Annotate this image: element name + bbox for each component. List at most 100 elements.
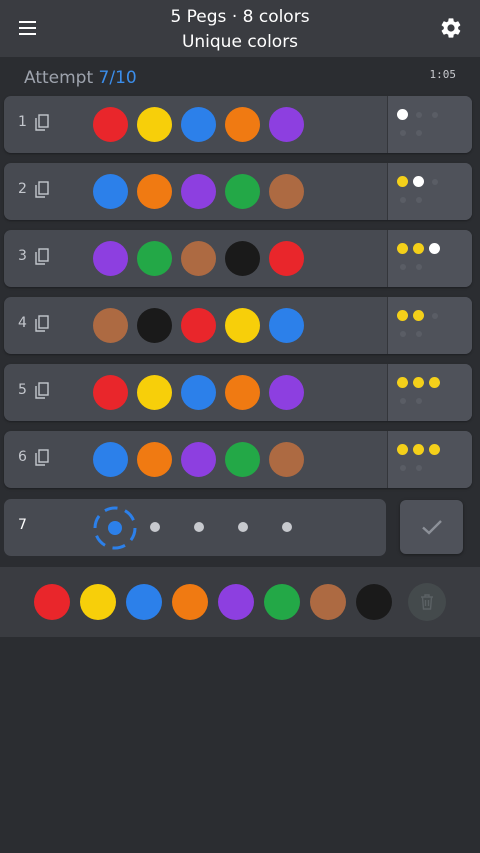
feedback-peg-empty: [431, 178, 438, 185]
feedback-peg-empty: [415, 464, 422, 471]
menu-button[interactable]: [12, 12, 44, 44]
feedback-peg-empty: [415, 111, 422, 118]
current-guess-row[interactable]: 7: [4, 499, 386, 556]
peg-black: [225, 241, 260, 276]
row-number: 3: [18, 248, 27, 264]
feedback-peg-empty: [431, 312, 438, 319]
guess-row: 2: [4, 163, 472, 220]
peg-orange: [137, 442, 172, 477]
palette-color-black[interactable]: [356, 584, 392, 620]
palette-color-yellow[interactable]: [80, 584, 116, 620]
row-number: 4: [18, 315, 27, 331]
feedback-panel: [387, 297, 472, 354]
feedback-peg-empty: [399, 397, 406, 404]
peg-brown: [269, 174, 304, 209]
peg-red: [93, 375, 128, 410]
peg-purple: [269, 375, 304, 410]
peg-yellow: [137, 107, 172, 142]
row-number: 6: [18, 449, 27, 465]
feedback-peg-empty: [415, 397, 422, 404]
feedback-peg-yellow: [413, 243, 424, 254]
guess-row: 5: [4, 364, 472, 421]
feedback-panel: [387, 230, 472, 287]
copy-icon[interactable]: [33, 113, 51, 133]
peg-green: [225, 442, 260, 477]
peg-blue: [269, 308, 304, 343]
attempt-value: 7/10: [98, 68, 137, 88]
copy-icon[interactable]: [33, 381, 51, 401]
palette-color-orange[interactable]: [172, 584, 208, 620]
peg-red: [269, 241, 304, 276]
row-number: 5: [18, 382, 27, 398]
feedback-peg-empty: [415, 196, 422, 203]
row-number: 1: [18, 114, 27, 130]
feedback-peg-yellow: [429, 444, 440, 455]
copy-icon[interactable]: [33, 247, 51, 267]
copy-icon[interactable]: [33, 448, 51, 468]
feedback-peg-empty: [399, 263, 406, 270]
feedback-peg-yellow: [397, 310, 408, 321]
empty-peg-slot[interactable]: [150, 522, 160, 532]
copy-icon[interactable]: [33, 180, 51, 200]
palette-color-green[interactable]: [264, 584, 300, 620]
submit-guess-button[interactable]: [400, 500, 463, 554]
peg-orange: [225, 375, 260, 410]
peg-green: [225, 174, 260, 209]
peg-blue: [181, 107, 216, 142]
feedback-peg-yellow: [397, 176, 408, 187]
peg-orange: [137, 174, 172, 209]
palette-color-blue[interactable]: [126, 584, 162, 620]
feedback-peg-empty: [399, 129, 406, 136]
peg-red: [93, 107, 128, 142]
feedback-panel: [387, 364, 472, 421]
peg-purple: [93, 241, 128, 276]
peg-blue: [181, 375, 216, 410]
attempt-counter: Attempt 7/10: [24, 68, 137, 88]
title-mode: Unique colors: [181, 32, 299, 52]
top-bar: 5 Pegs · 8 colors Unique colors: [0, 0, 480, 57]
attempt-prefix: Attempt: [24, 68, 94, 88]
hamburger-menu-icon: [19, 21, 36, 35]
palette-color-purple[interactable]: [218, 584, 254, 620]
feedback-peg-white: [413, 176, 424, 187]
feedback-panel: [387, 431, 472, 488]
empty-peg-slot[interactable]: [238, 522, 248, 532]
delete-peg-button[interactable]: [408, 583, 446, 621]
title-pegs-colors: 5 Pegs · 8 colors: [170, 7, 310, 27]
feedback-panel: [387, 96, 472, 153]
empty-peg-slot[interactable]: [282, 522, 292, 532]
peg-purple: [269, 107, 304, 142]
feedback-panel: [387, 163, 472, 220]
feedback-peg-empty: [399, 330, 406, 337]
copy-icon[interactable]: [33, 314, 51, 334]
feedback-peg-white: [429, 243, 440, 254]
peg-purple: [181, 174, 216, 209]
guess-row: 6: [4, 431, 472, 488]
peg-blue: [93, 174, 128, 209]
peg-brown: [93, 308, 128, 343]
game-title: 5 Pegs · 8 colors Unique colors: [80, 5, 400, 55]
feedback-peg-empty: [415, 330, 422, 337]
empty-peg-slot[interactable]: [194, 522, 204, 532]
current-row-number: 7: [18, 517, 27, 533]
peg-green: [137, 241, 172, 276]
feedback-peg-empty: [431, 111, 438, 118]
feedback-peg-yellow: [397, 444, 408, 455]
guess-row: 4: [4, 297, 472, 354]
peg-brown: [269, 442, 304, 477]
peg-yellow: [137, 375, 172, 410]
feedback-peg-yellow: [429, 377, 440, 388]
active-peg-slot[interactable]: [92, 505, 138, 551]
peg-yellow: [225, 308, 260, 343]
feedback-peg-empty: [415, 129, 422, 136]
palette-color-brown[interactable]: [310, 584, 346, 620]
settings-button[interactable]: [434, 11, 468, 45]
peg-purple: [181, 442, 216, 477]
palette-color-red[interactable]: [34, 584, 70, 620]
feedback-peg-yellow: [397, 377, 408, 388]
feedback-peg-white: [397, 109, 408, 120]
feedback-peg-empty: [415, 263, 422, 270]
color-palette: [0, 567, 480, 637]
gear-icon: [441, 18, 461, 38]
feedback-peg-yellow: [413, 444, 424, 455]
